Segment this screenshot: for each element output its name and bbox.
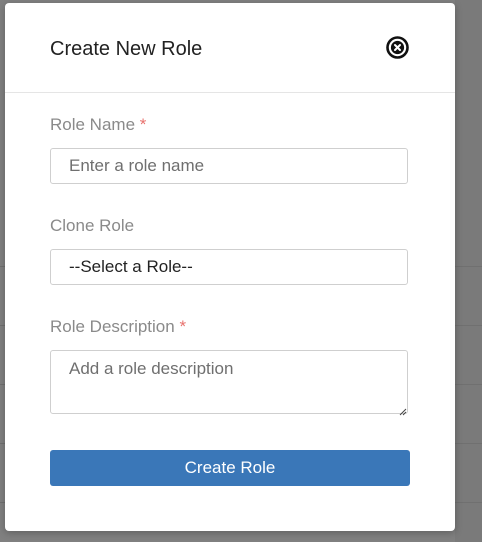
role-name-input[interactable] — [50, 148, 408, 184]
role-description-label-text: Role Description — [50, 317, 175, 336]
modal-header: Create New Role — [5, 3, 455, 93]
backdrop — [455, 0, 482, 542]
role-name-label: Role Name * — [50, 115, 146, 135]
clone-role-select[interactable]: --Select a Role-- — [50, 249, 408, 285]
clone-role-selected-value: --Select a Role-- — [69, 257, 193, 276]
modal-title: Create New Role — [50, 38, 203, 60]
role-name-label-text: Role Name — [50, 115, 136, 134]
required-mark: * — [139, 115, 147, 134]
role-description-textarea[interactable] — [50, 350, 408, 414]
close-icon[interactable] — [385, 35, 410, 60]
role-description-label: Role Description * — [50, 317, 186, 337]
create-role-button[interactable]: Create Role — [50, 450, 410, 486]
required-mark: * — [179, 317, 187, 336]
resize-handle-icon[interactable] — [398, 403, 407, 416]
create-role-modal: Create New Role Role Name * Clone Role -… — [5, 3, 455, 531]
clone-role-label: Clone Role — [50, 216, 135, 235]
